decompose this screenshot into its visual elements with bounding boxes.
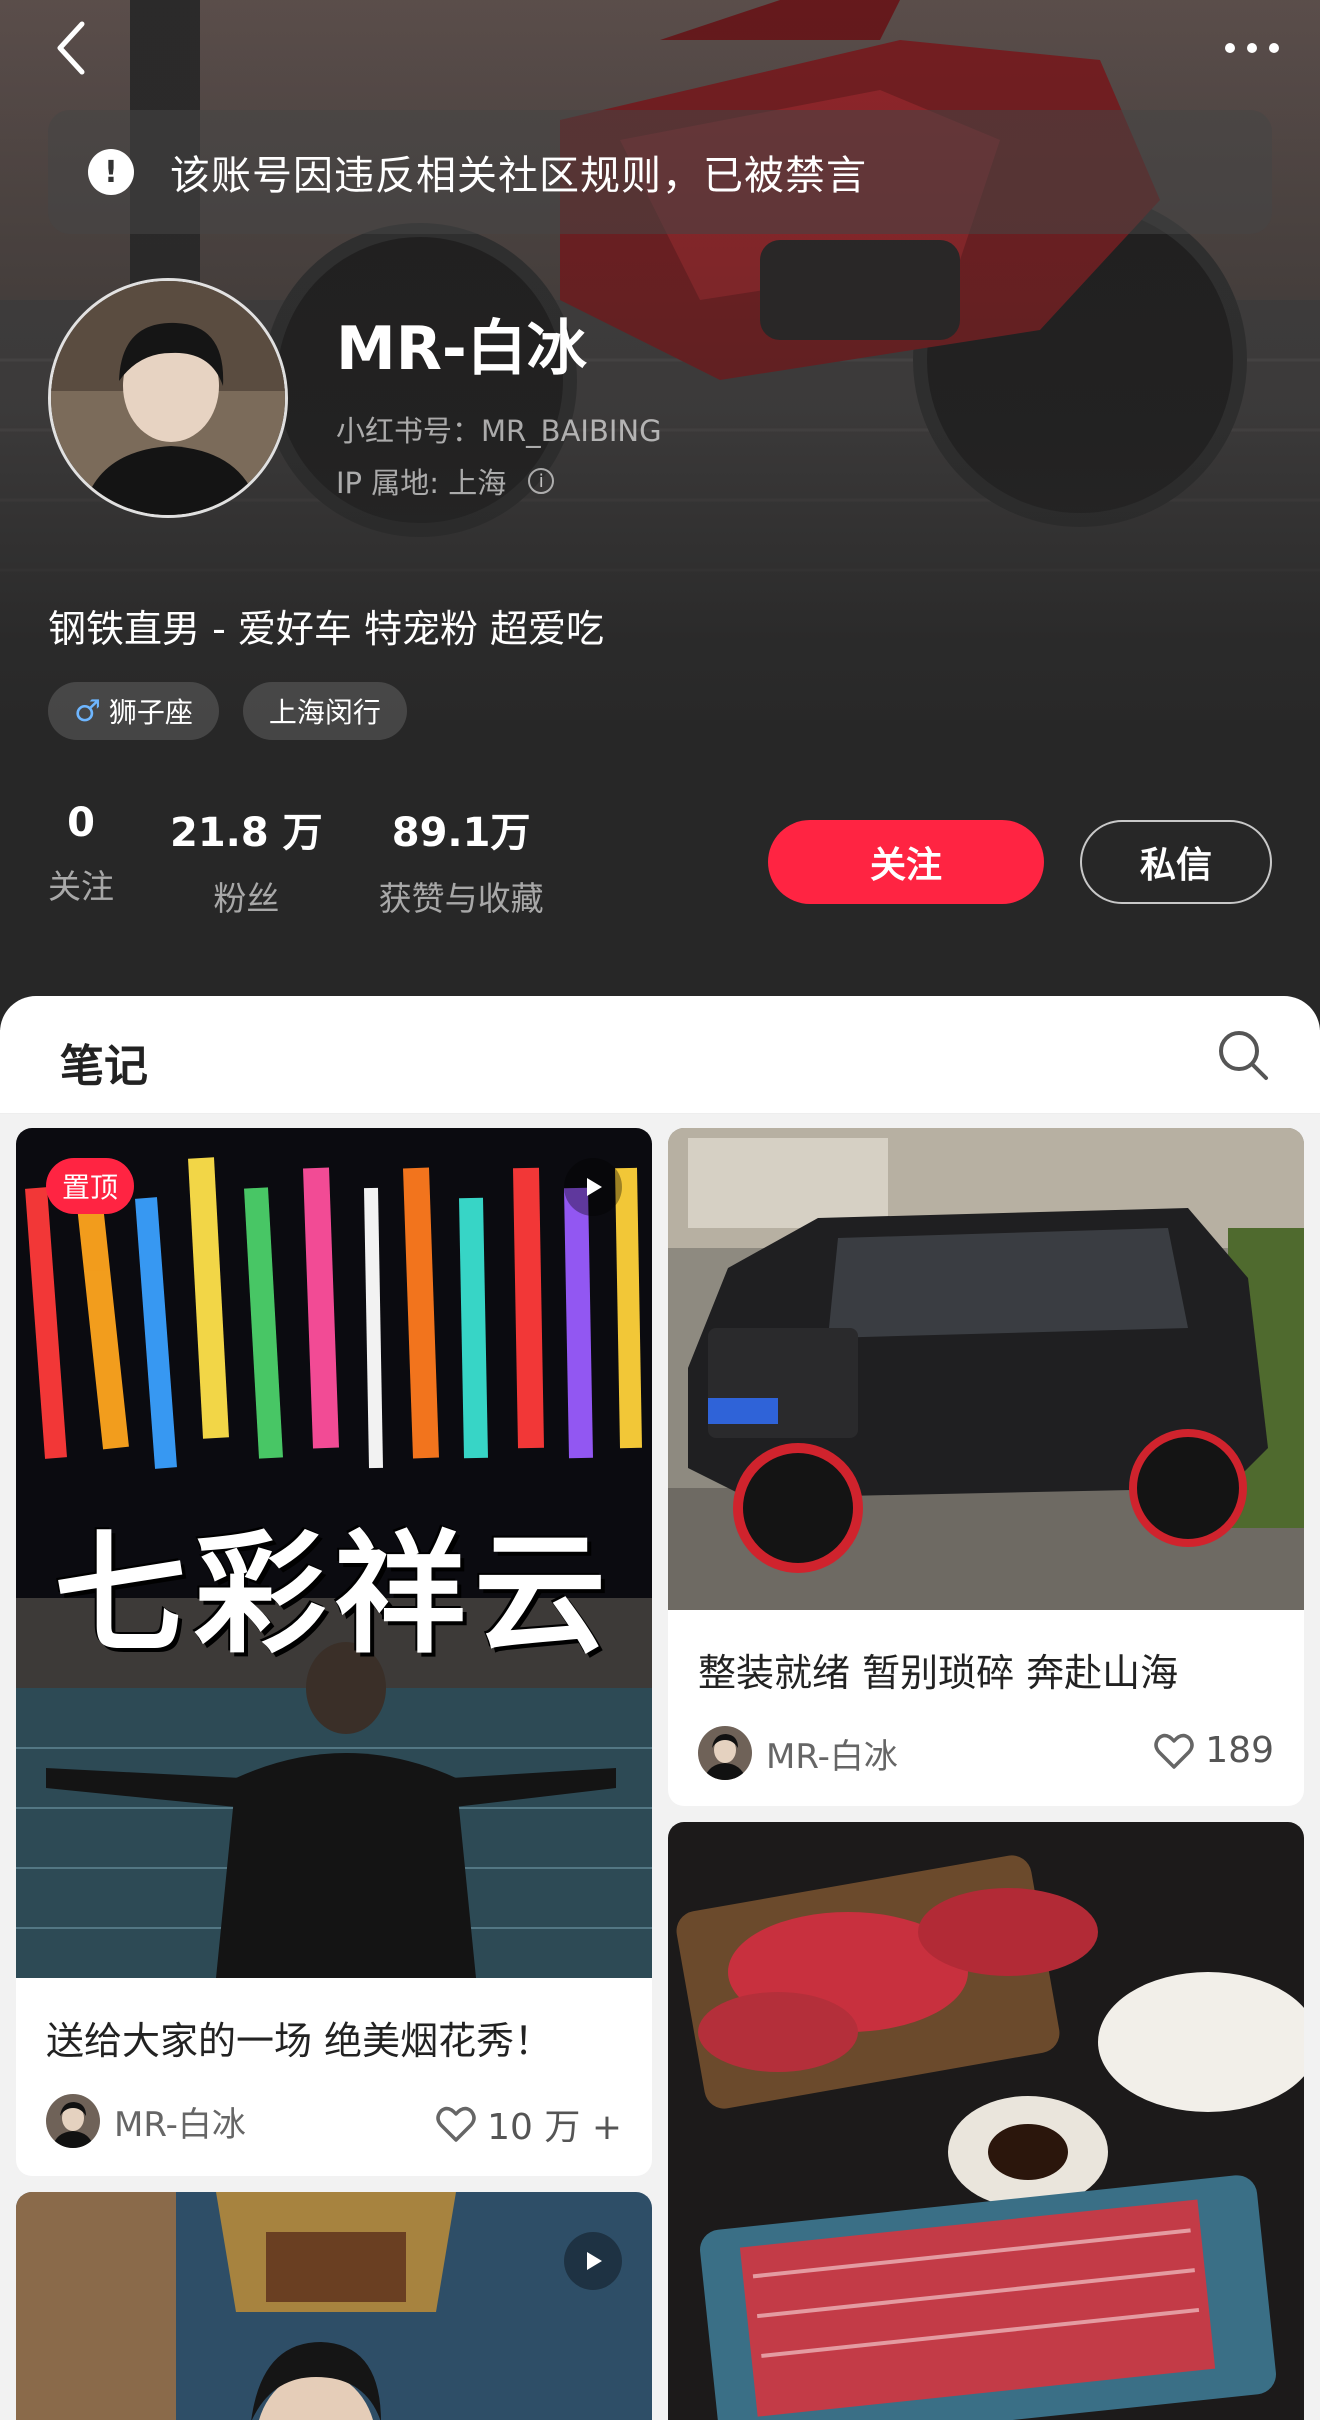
- likes-saves-label: 获赞与收藏: [378, 879, 544, 918]
- zodiac-tag-label: 狮子座: [108, 696, 193, 729]
- likes-saves-count: 89.1万: [391, 810, 531, 856]
- location-tag-label: 上海闵行: [268, 696, 381, 729]
- likes-saves-stat[interactable]: 89.1万 获赞与收藏: [379, 800, 544, 920]
- heart-icon: [436, 2106, 476, 2142]
- play-icon: [564, 2232, 622, 2290]
- profile-avatar[interactable]: [48, 278, 288, 518]
- ip-location: IP 属地: 上海 i: [336, 460, 555, 502]
- following-count: 0: [67, 800, 95, 846]
- author-name: MR-白冰: [114, 2104, 246, 2145]
- follow-button[interactable]: 关注: [768, 820, 1044, 904]
- note-title: 整装就绪 暂别琐碎 奔赴山海: [698, 1651, 1179, 1695]
- profile-stats: 0 关注 21.8 万 粉丝 89.1万 获赞与收藏: [48, 800, 600, 920]
- pinned-badge: 置顶: [46, 1158, 135, 1214]
- chevron-left-icon: [57, 21, 85, 75]
- search-icon[interactable]: [1216, 1028, 1270, 1082]
- note-cover-image: [16, 2192, 652, 2420]
- profile-bio: 钢铁直男 - 爱好车 特宠粉 超爱吃: [48, 607, 605, 651]
- cover-overlay-text: 七彩祥云: [54, 1517, 614, 1672]
- more-dots-icon: [1225, 43, 1279, 53]
- note-card-car[interactable]: 整装就绪 暂别琐碎 奔赴山海 MR-白冰 189: [668, 1128, 1304, 1806]
- back-button[interactable]: [42, 18, 98, 78]
- followers-count: 21.8 万: [170, 810, 323, 856]
- note-card-food[interactable]: [668, 1822, 1304, 2420]
- note-title: 送给大家的一场 绝美烟花秀！: [46, 2019, 553, 2063]
- author-name: MR-白冰: [766, 1736, 898, 1777]
- note-author[interactable]: MR-白冰: [46, 2094, 246, 2148]
- note-card-portrait[interactable]: [16, 2192, 652, 2420]
- ban-notice-banner: ! 该账号因违反相关社区规则，已被禁言: [48, 110, 1272, 234]
- following-label: 关注: [48, 867, 114, 906]
- zodiac-tag: ♂ 狮子座: [48, 682, 219, 740]
- exclamation-icon: !: [88, 149, 134, 195]
- note-cover-image: [668, 1822, 1304, 2420]
- notes-tab-bar: 笔记: [0, 996, 1320, 1114]
- profile-name: MR-白冰: [336, 314, 587, 384]
- heart-icon: [1154, 1733, 1195, 1769]
- note-card-fireworks[interactable]: 七彩祥云 置顶 送给大家的一场 绝美烟花秀！ MR-白冰 10 万 +: [16, 1128, 652, 2176]
- message-button[interactable]: 私信: [1080, 820, 1272, 904]
- like-count: 189: [1205, 1730, 1274, 1771]
- like-count: 10 万 +: [487, 2107, 622, 2148]
- location-tag: 上海闵行: [242, 682, 407, 740]
- profile-header: ! 该账号因违反相关社区规则，已被禁言 MR-白冰 小红书号：MR_BAIBIN…: [0, 0, 1320, 1030]
- profile-page: ! 该账号因违反相关社区规则，已被禁言 MR-白冰 小红书号：MR_BAIBIN…: [0, 0, 1320, 2420]
- play-icon: [564, 1158, 622, 1216]
- more-button[interactable]: [1212, 18, 1292, 78]
- info-icon[interactable]: i: [528, 468, 555, 494]
- followers-label: 粉丝: [213, 879, 280, 918]
- male-gender-icon: ♂: [74, 693, 101, 729]
- avatar: [698, 1726, 752, 1780]
- like-button[interactable]: 189: [1153, 1730, 1274, 1771]
- tab-notes[interactable]: 笔记: [60, 1030, 148, 1094]
- followers-stat[interactable]: 21.8 万 粉丝: [170, 800, 323, 920]
- avatar: [46, 2094, 100, 2148]
- ban-notice-text: 该账号因违反相关社区规则，已被禁言: [170, 153, 867, 199]
- note-author[interactable]: MR-白冰: [698, 1726, 898, 1780]
- like-button[interactable]: 10 万 +: [435, 2098, 622, 2150]
- red-id: 小红书号：MR_BAIBING: [336, 414, 662, 448]
- ip-location-text: IP 属地: 上海: [336, 466, 507, 500]
- following-stat[interactable]: 0 关注: [48, 800, 114, 920]
- note-cover-image: [668, 1128, 1304, 1610]
- profile-tags: ♂ 狮子座 上海闵行: [48, 682, 407, 740]
